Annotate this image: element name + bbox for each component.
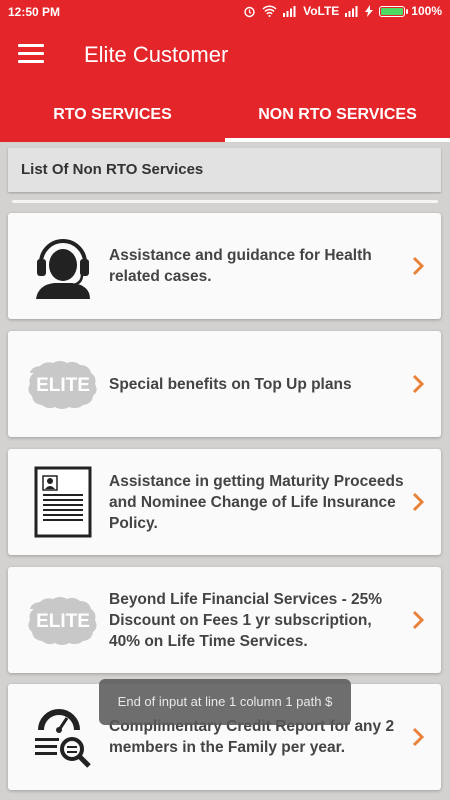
service-card-financial[interactable]: ELITE Beyond Life Financial Services - 2…: [8, 567, 441, 673]
toast-message: End of input at line 1 column 1 path $: [99, 679, 351, 725]
signal-icon: [283, 5, 297, 17]
app-bar: Elite Customer: [0, 24, 450, 88]
status-time: 12:50 PM: [8, 5, 61, 19]
app-title: Elite Customer: [84, 42, 229, 67]
list-header: List Of Non RTO Services: [8, 148, 441, 192]
elite-badge-icon: ELITE: [24, 585, 102, 655]
network-type: VoLTE: [303, 4, 340, 18]
service-text: Beyond Life Financial Services - 25% Dis…: [109, 590, 383, 650]
customer-support-headset-icon: [24, 231, 102, 301]
battery-percent: 100%: [411, 4, 442, 18]
service-text: Special benefits on Top Up plans: [109, 375, 352, 393]
battery-icon: [379, 5, 409, 17]
wifi-icon: [262, 5, 277, 17]
chevron-right-icon: [412, 727, 425, 747]
elite-badge-text: ELITE: [36, 375, 90, 396]
service-text: Assistance in getting Maturity Proceeds …: [109, 472, 404, 532]
service-card-health[interactable]: Assistance and guidance for Health relat…: [8, 213, 441, 319]
chevron-right-icon: [412, 374, 425, 394]
tab-non-rto-services[interactable]: NON RTO SERVICES: [225, 88, 450, 142]
service-card-maturity[interactable]: Assistance in getting Maturity Proceeds …: [8, 449, 441, 555]
service-card-topup[interactable]: ELITE Special benefits on Top Up plans: [8, 331, 441, 437]
signal-icon-2: [345, 5, 359, 17]
chevron-right-icon: [412, 492, 425, 512]
tab-rto-services[interactable]: RTO SERVICES: [0, 88, 225, 142]
charging-bolt-icon: [365, 5, 374, 17]
chevron-right-icon: [412, 256, 425, 276]
chevron-right-icon: [412, 610, 425, 630]
status-bar: 12:50 PM VoLTE 100%: [0, 0, 450, 24]
elite-badge-text: ELITE: [36, 611, 90, 632]
credit-score-search-icon: [24, 702, 102, 772]
hamburger-menu-icon[interactable]: [18, 44, 44, 68]
elite-badge-icon: ELITE: [24, 349, 102, 419]
alarm-icon: [243, 5, 256, 18]
tab-bar: RTO SERVICES NON RTO SERVICES: [0, 88, 450, 142]
service-text: Assistance and guidance for Health relat…: [109, 247, 372, 285]
document-profile-icon: [24, 466, 102, 538]
status-icons: VoLTE 100%: [243, 4, 442, 18]
divider: [12, 200, 438, 203]
